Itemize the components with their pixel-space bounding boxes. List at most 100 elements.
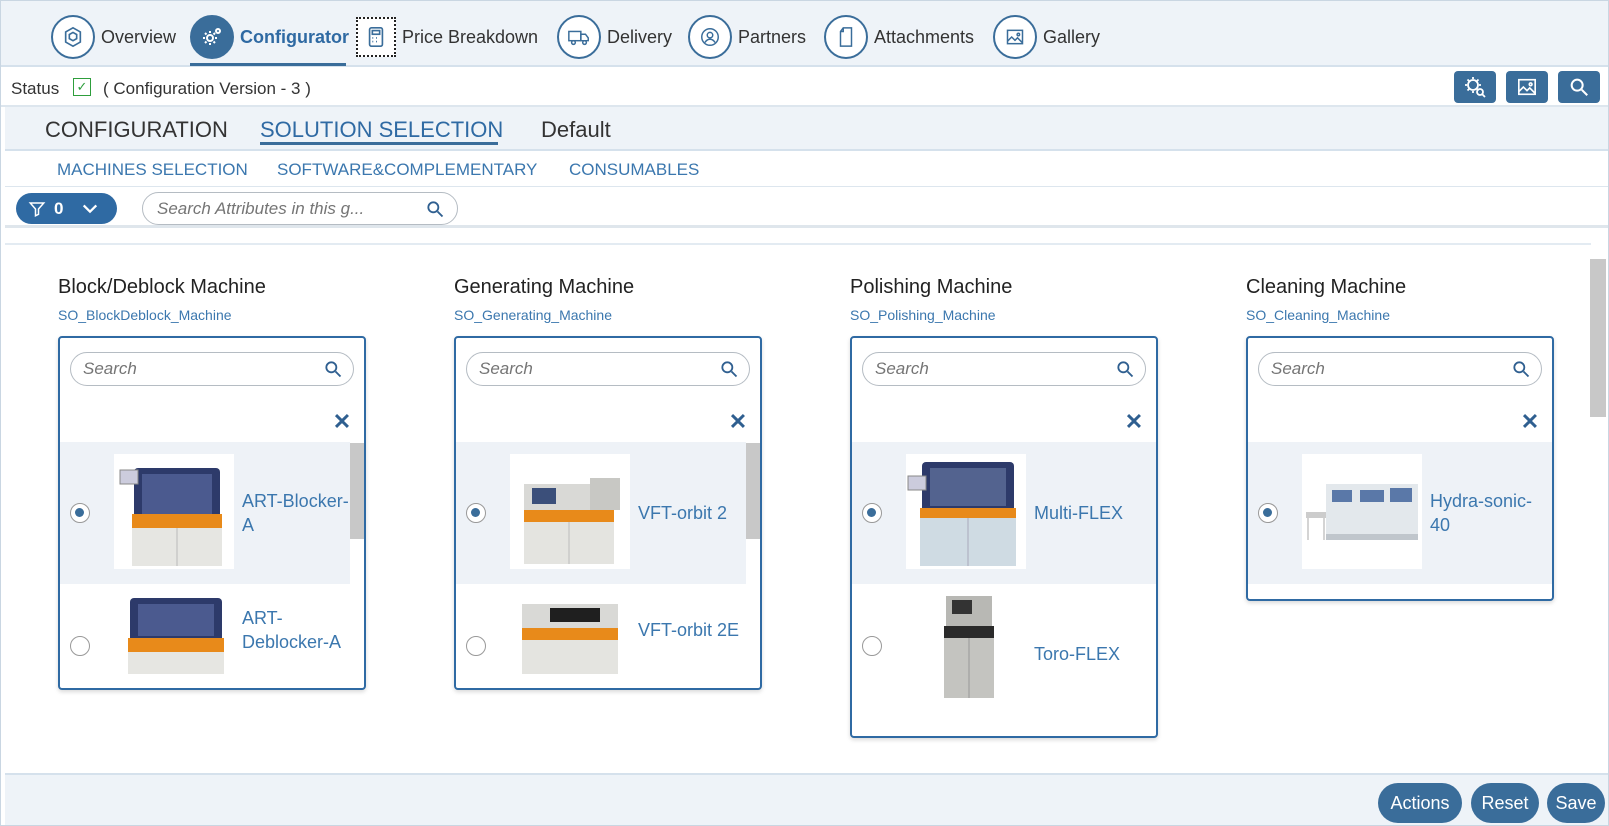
status-label: Status (11, 79, 60, 98)
radio-button[interactable] (466, 636, 486, 656)
group-tabs: MACHINES SELECTION SOFTWARE&COMPLEMENTAR… (5, 151, 1608, 187)
option-toro-flex[interactable]: Toro-FLEX (852, 584, 1156, 726)
user-icon (688, 15, 732, 59)
tab-delivery-label: Delivery (607, 26, 673, 47)
tab-overview[interactable]: Overview (51, 15, 176, 59)
option-vft-orbit-2[interactable]: VFT-orbit 2 (456, 442, 746, 584)
document-icon (824, 15, 868, 59)
option-hydra-sonic-40[interactable]: Hydra-sonic-40 (1248, 442, 1552, 584)
tab-delivery[interactable]: Delivery (557, 15, 672, 59)
card-search-input[interactable] (1271, 359, 1491, 379)
radio-button[interactable] (70, 503, 90, 523)
radio-button[interactable] (862, 636, 882, 656)
card-search[interactable] (466, 352, 750, 386)
option-art-deblocker-a[interactable]: ART-Deblocker-A (60, 584, 350, 688)
tab-configurator[interactable]: Configurator (190, 15, 349, 59)
search-icon (325, 361, 342, 378)
radio-button[interactable] (466, 503, 486, 523)
settings-search-button[interactable] (1454, 71, 1496, 103)
filter-icon (28, 201, 46, 217)
radio-button[interactable] (862, 503, 882, 523)
gallery-button[interactable] (1506, 71, 1548, 103)
machine-image (510, 454, 630, 569)
calculator-icon (356, 17, 396, 57)
column-title: Generating Machine (454, 276, 635, 298)
option-art-blocker-a[interactable]: ART-Blocker-A (60, 442, 350, 584)
machine-image (114, 594, 234, 674)
card-scrollbar[interactable] (350, 443, 364, 539)
machine-image (510, 594, 630, 674)
column-code: SO_Polishing_Machine (850, 307, 996, 323)
search-icon (1570, 78, 1588, 96)
column-title: Block/Deblock Machine (58, 276, 266, 298)
radio-button[interactable] (70, 636, 90, 656)
tab-default[interactable]: Default (541, 117, 611, 143)
card-search[interactable] (862, 352, 1146, 386)
option-label: VFT-orbit 2E (638, 620, 740, 640)
option-list-card: ✕ Multi-FLEX Toro-FLEX (850, 336, 1158, 738)
reset-button[interactable]: Reset (1471, 783, 1539, 823)
tab-gallery[interactable]: Gallery (993, 15, 1100, 59)
column-title: Cleaning Machine (1246, 276, 1407, 298)
settings-search-icon (1465, 77, 1486, 98)
scrollbar[interactable] (1590, 259, 1606, 417)
tab-configuration[interactable]: CONFIGURATION (45, 117, 228, 143)
card-scrollbar[interactable] (746, 443, 760, 539)
clear-icon[interactable]: ✕ (1520, 411, 1540, 433)
card-search[interactable] (1258, 352, 1542, 386)
option-list-card: ✕ VFT-orbit 2 VFT-orbit 2E (454, 336, 762, 690)
option-label: Toro-FLEX (1034, 644, 1121, 664)
machine-image (1302, 454, 1422, 569)
top-navigation: Overview Configurator Price Breakdown De… (1, 1, 1608, 67)
tab-partners-label: Partners (738, 26, 807, 47)
column-code: SO_BlockDeblock_Machine (58, 307, 232, 323)
configuration-version: ( Configuration Version - 3 ) (103, 79, 311, 98)
tab-software-complementary[interactable]: SOFTWARE&COMPLEMENTARY (277, 160, 537, 180)
tab-price-breakdown[interactable]: Price Breakdown (356, 15, 538, 59)
option-list-card: ✕ ART-Blocker-A ART-Deblocker-A (58, 336, 366, 690)
tab-machines-selection[interactable]: MACHINES SELECTION (57, 160, 248, 180)
attribute-search[interactable] (142, 192, 458, 225)
image-icon (1518, 78, 1536, 96)
option-vft-orbit-2e[interactable]: VFT-orbit 2E (456, 584, 746, 688)
column-generating: Generating Machine SO_Generating_Machine… (454, 276, 764, 690)
card-search-input[interactable] (875, 359, 1095, 379)
search-icon (1513, 361, 1530, 378)
machine-image (906, 594, 1026, 706)
filter-bar: 0 (5, 188, 1608, 228)
image-icon (993, 15, 1037, 59)
tab-solution-selection[interactable]: SOLUTION SELECTION (260, 117, 503, 143)
tab-partners[interactable]: Partners (688, 15, 806, 59)
clear-icon[interactable]: ✕ (332, 411, 352, 433)
attribute-search-input[interactable] (157, 199, 407, 219)
cube-icon (51, 15, 95, 59)
actions-button[interactable]: Actions (1378, 783, 1462, 823)
option-multi-flex[interactable]: Multi-FLEX (852, 442, 1156, 584)
truck-icon (557, 15, 601, 59)
save-button[interactable]: Save (1547, 783, 1605, 823)
clear-icon[interactable]: ✕ (1124, 411, 1144, 433)
tab-attachments[interactable]: Attachments (824, 15, 974, 59)
section-tabs: CONFIGURATION SOLUTION SELECTION Default (5, 107, 1608, 151)
option-label: Hydra-sonic-40 (1430, 491, 1533, 535)
app-window: Overview Configurator Price Breakdown De… (0, 0, 1609, 826)
clear-icon[interactable]: ✕ (728, 411, 748, 433)
card-search[interactable] (70, 352, 354, 386)
column-polishing: Polishing Machine SO_Polishing_Machine ✕… (850, 276, 1160, 738)
card-search-input[interactable] (83, 359, 303, 379)
tab-price-breakdown-label: Price Breakdown (402, 26, 539, 47)
tab-gallery-label: Gallery (1043, 26, 1101, 47)
tab-overview-label: Overview (101, 26, 177, 47)
column-cleaning: Cleaning Machine SO_Cleaning_Machine ✕ H… (1246, 276, 1556, 601)
active-subtab-indicator (260, 142, 498, 145)
filter-dropdown[interactable]: 0 (16, 193, 117, 224)
tab-configurator-label: Configurator (240, 26, 349, 47)
filter-count: 0 (54, 198, 64, 218)
machine-image (114, 454, 234, 569)
tab-consumables[interactable]: CONSUMABLES (569, 160, 699, 180)
card-search-input[interactable] (479, 359, 699, 379)
search-button[interactable] (1558, 71, 1600, 103)
radio-button[interactable] (1258, 503, 1278, 523)
search-icon (1117, 361, 1134, 378)
column-block-deblock: Block/Deblock Machine SO_BlockDeblock_Ma… (58, 276, 368, 690)
